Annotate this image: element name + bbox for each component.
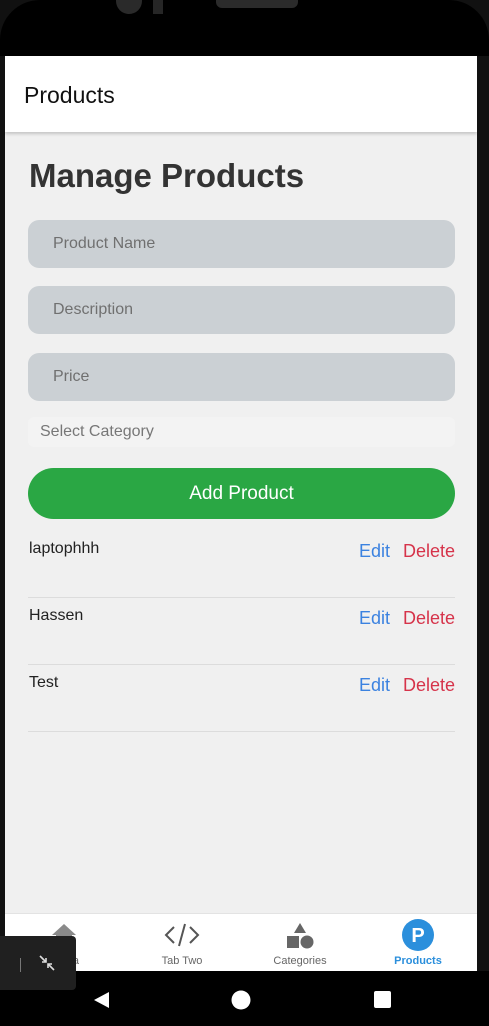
- device-frame: Products Manage Products Product Name De…: [0, 0, 489, 1026]
- tab-products[interactable]: P Products: [359, 914, 477, 971]
- home-circle-icon[interactable]: [231, 990, 251, 1010]
- description-placeholder: Description: [53, 301, 134, 318]
- tab-tab-two-label: Tab Two: [161, 955, 203, 967]
- delete-button[interactable]: Delete: [403, 675, 455, 696]
- tab-tab-two[interactable]: Tab Two: [123, 914, 241, 971]
- delete-button[interactable]: Delete: [403, 541, 455, 562]
- product-row: laptophhh Edit Delete: [28, 530, 455, 598]
- p-circle-icon: P: [402, 919, 434, 951]
- svg-text:P: P: [411, 925, 424, 947]
- back-icon[interactable]: [91, 990, 111, 1010]
- edit-button[interactable]: Edit: [359, 608, 390, 629]
- tab-categories[interactable]: Categories: [241, 914, 359, 971]
- product-name-placeholder: Product Name: [53, 235, 156, 252]
- tab-categories-label: Categories: [273, 955, 327, 967]
- sensor: [153, 0, 163, 14]
- description-input[interactable]: Description: [28, 286, 455, 334]
- edit-button[interactable]: Edit: [359, 675, 390, 696]
- app-screen: Products Manage Products Product Name De…: [5, 56, 477, 971]
- product-name: laptophhh: [29, 540, 100, 557]
- device-bezel: [0, 0, 489, 56]
- price-placeholder: Price: [53, 368, 90, 385]
- product-name: Hassen: [29, 607, 84, 624]
- price-input[interactable]: Price: [28, 353, 455, 401]
- tab-products-label: Products: [394, 955, 442, 967]
- camera-icon: [116, 0, 142, 14]
- product-row: Test Edit Delete: [28, 664, 455, 732]
- app-bar: Products: [5, 56, 477, 132]
- emulator-toolbar: [0, 936, 76, 990]
- product-name: Test: [29, 674, 59, 691]
- add-product-label: Add Product: [189, 482, 294, 504]
- recents-icon[interactable]: [373, 990, 392, 1009]
- speaker-grille: [216, 0, 298, 8]
- shapes-icon: [287, 923, 314, 949]
- product-row: Hassen Edit Delete: [28, 597, 455, 665]
- category-select-label: Select Category: [40, 423, 154, 440]
- delete-button[interactable]: Delete: [403, 608, 455, 629]
- toolbar-divider: [20, 958, 21, 972]
- add-product-button[interactable]: Add Product: [28, 468, 455, 519]
- category-select[interactable]: Select Category: [28, 417, 455, 447]
- product-name-input[interactable]: Product Name: [28, 220, 455, 268]
- section-heading: Manage Products: [29, 157, 305, 194]
- code-icon: [164, 923, 200, 947]
- edit-button[interactable]: Edit: [359, 541, 390, 562]
- collapse-icon[interactable]: [38, 954, 56, 972]
- page-title: Products: [24, 82, 115, 108]
